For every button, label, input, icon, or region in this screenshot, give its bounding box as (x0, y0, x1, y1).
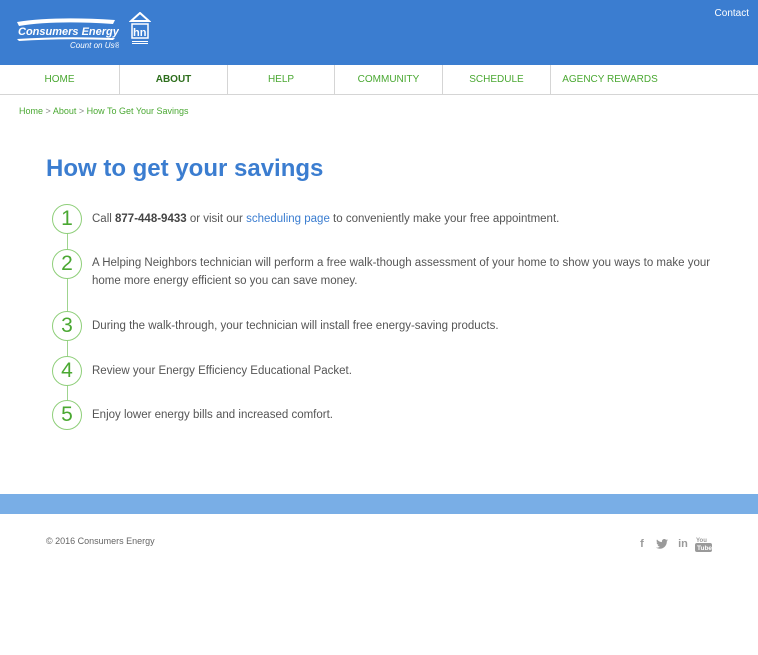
main-nav: Home About Help Community Schedule Agenc… (0, 65, 758, 95)
breadcrumb: Home > About > How To Get Your Savings (19, 106, 189, 116)
breadcrumb-about[interactable]: About (53, 106, 77, 116)
header-bar: Consumers Energy Count on Us® hn Contact (0, 0, 758, 65)
step-number-2: 2 (52, 249, 82, 279)
breadcrumb-separator: > (78, 106, 85, 116)
svg-text:hn: hn (133, 27, 147, 39)
linkedin-icon[interactable]: in (676, 536, 690, 552)
step-text-5: Enjoy lower energy bills and increased c… (92, 409, 333, 421)
svg-text:Count on Us®: Count on Us® (70, 41, 119, 50)
nav-item-community[interactable]: Community (335, 65, 443, 94)
scheduling-page-link[interactable]: scheduling page (246, 213, 330, 225)
nav-item-about[interactable]: About (120, 65, 228, 94)
step-1-prefix: Call (92, 213, 116, 225)
phone-number: 877-448-9433 (115, 213, 187, 225)
step-text-3: During the walk-through, your technician… (92, 320, 499, 332)
step-number-4: 4 (52, 356, 82, 386)
step-number-1: 1 (52, 204, 82, 234)
page-title: How to get your savings (46, 155, 324, 182)
step-1-suffix: to conveniently make your free appointme… (329, 213, 560, 225)
nav-item-agency-rewards[interactable]: Agency Rewards (551, 65, 669, 94)
breadcrumb-separator: > (45, 106, 51, 116)
svg-text:Tube: Tube (697, 545, 712, 552)
breadcrumb-home[interactable]: Home (19, 106, 43, 116)
contact-link[interactable]: Contact (715, 8, 749, 19)
svg-text:Consumers Energy: Consumers Energy (18, 26, 119, 38)
facebook-icon[interactable]: f (636, 536, 648, 552)
step-text-4: Review your Energy Efficiency Educationa… (92, 365, 352, 377)
twitter-icon[interactable] (655, 536, 669, 552)
nav-item-home[interactable]: Home (0, 65, 120, 94)
step-text-2: A Helping Neighbors technician will perf… (92, 257, 711, 287)
step-1-middle: or visit our (186, 213, 247, 225)
step-number-3: 3 (52, 311, 82, 341)
footer-band (0, 494, 758, 514)
nav-item-help[interactable]: Help (228, 65, 335, 94)
step-number-5: 5 (52, 400, 82, 430)
breadcrumb-current[interactable]: How To Get Your Savings (87, 106, 189, 116)
consumers-energy-logo[interactable]: Consumers Energy Count on Us® (15, 16, 119, 50)
nav-item-schedule[interactable]: Schedule (443, 65, 551, 94)
youtube-icon[interactable]: You Tube (694, 536, 712, 552)
step-text-1: Call 877-448-9433 or visit our schedulin… (92, 210, 722, 228)
helping-neighbors-logo: hn (129, 12, 151, 44)
copyright-text: © 2016 Consumers Energy (46, 536, 155, 546)
